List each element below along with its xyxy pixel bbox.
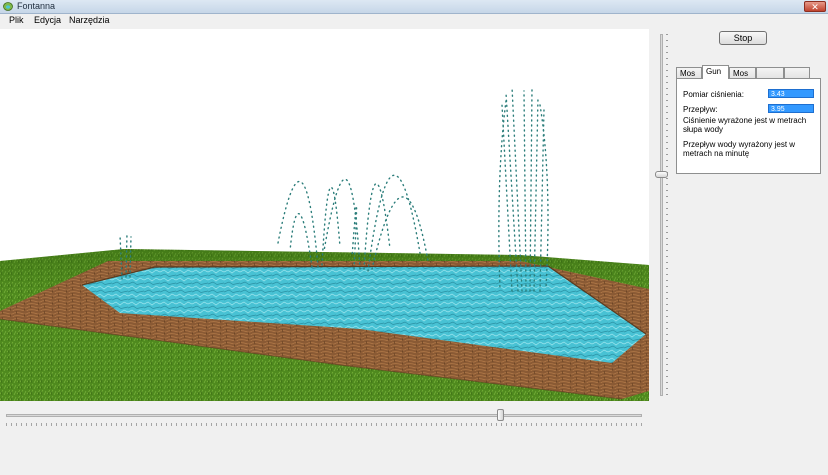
vertical-slider-ticks — [666, 34, 668, 396]
close-button[interactable]: ✕ — [804, 1, 826, 12]
menu-tools[interactable]: Narzędzia — [69, 15, 110, 25]
pressure-note: Ciśnienie wyrażone jest w metrach słupa … — [683, 116, 807, 134]
flow-field[interactable]: 3.95 — [768, 104, 814, 113]
pressure-label: Pomiar ciśnienia: — [683, 90, 744, 99]
menu-file[interactable]: Plik — [9, 15, 24, 25]
window-title: Fontanna — [17, 1, 56, 11]
menu-edit[interactable]: Edycja — [34, 15, 61, 25]
tab-gun[interactable]: Gun — [702, 65, 729, 79]
close-icon: ✕ — [811, 2, 819, 12]
vertical-slider[interactable] — [652, 34, 672, 400]
horizontal-slider-ticks — [6, 423, 642, 426]
fountain-app-icon — [3, 2, 13, 11]
tab-panel-gun: Pomiar ciśnienia: 3.43 Przepływ: 3.95 Ci… — [676, 78, 821, 174]
horizontal-slider-thumb[interactable] — [497, 409, 504, 421]
vertical-slider-track — [660, 34, 663, 396]
vertical-slider-thumb[interactable] — [655, 171, 668, 178]
fountain-scene — [0, 86, 649, 401]
flow-note: Przepływ wody wyrażony jest w metrach na… — [683, 140, 796, 158]
horizontal-slider[interactable] — [4, 407, 644, 429]
stop-button[interactable]: Stop — [719, 31, 767, 45]
menu-bar: Plik Edycja Narzędzia — [0, 14, 828, 28]
horizontal-slider-track — [6, 414, 642, 417]
fountain-3d-viewport[interactable] — [0, 29, 649, 401]
title-bar: Fontanna ✕ — [0, 0, 828, 14]
pressure-field[interactable]: 3.43 — [768, 89, 814, 98]
flow-label: Przepływ: — [683, 105, 718, 114]
